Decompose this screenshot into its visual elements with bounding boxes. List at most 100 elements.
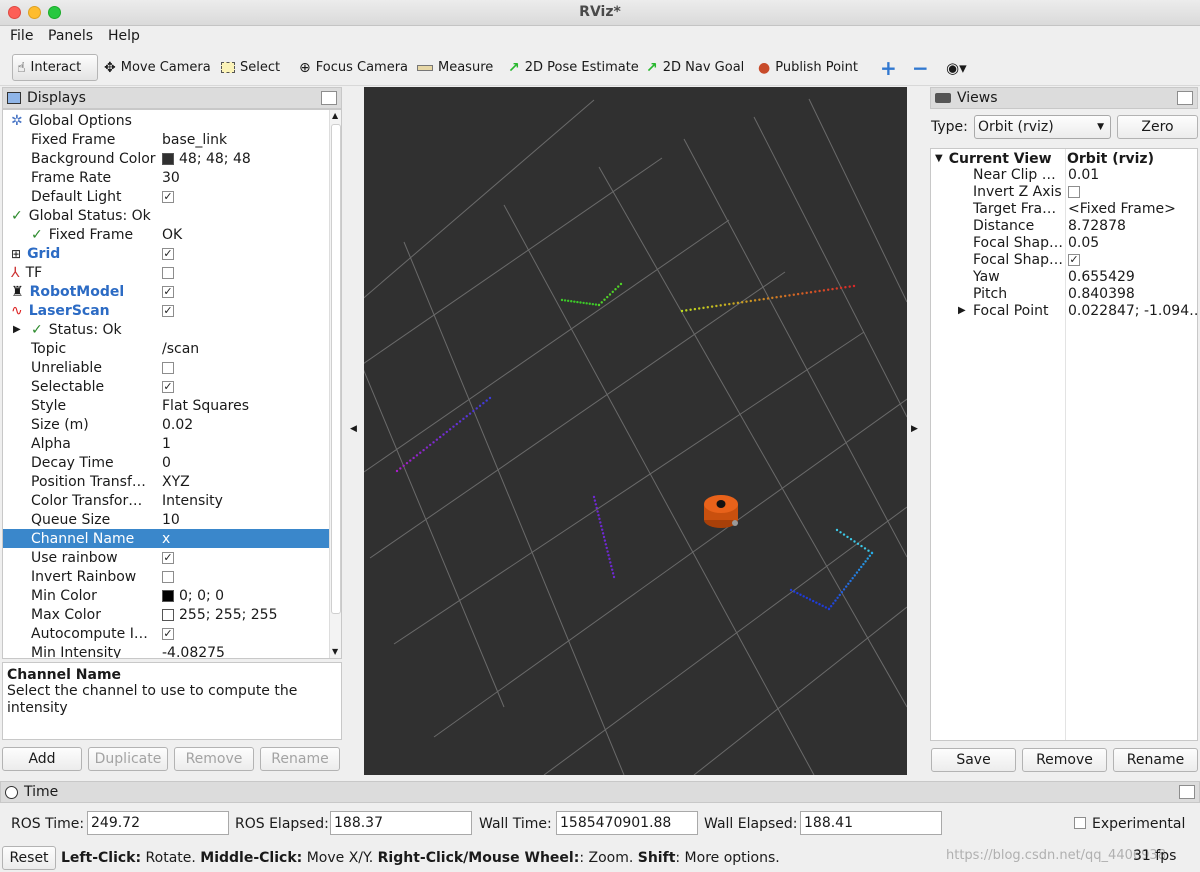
save-view-button[interactable]: Save: [931, 748, 1016, 772]
duplicate-display-button[interactable]: Duplicate: [88, 747, 168, 771]
add-display-button[interactable]: Add: [2, 747, 82, 771]
publish-point-tool-button[interactable]: ● Publish Point: [754, 54, 862, 81]
display-row-value[interactable]: -4.08275: [162, 643, 322, 659]
menu-help[interactable]: Help: [108, 28, 140, 44]
display-row-value[interactable]: ✓: [162, 377, 322, 396]
remove-tool-icon[interactable]: −: [908, 54, 933, 81]
view-checkbox[interactable]: [1068, 185, 1080, 198]
collapse-right-icon[interactable]: ▶: [911, 424, 918, 434]
display-row-value[interactable]: ✓: [162, 244, 322, 263]
display-row-value[interactable]: 30: [162, 168, 322, 187]
view-property-row[interactable]: Invert Z Axis: [973, 183, 1062, 200]
display-checkbox[interactable]: [162, 266, 174, 279]
menu-panels[interactable]: Panels: [48, 28, 93, 44]
add-tool-icon[interactable]: +: [876, 54, 901, 81]
display-checkbox[interactable]: ✓: [162, 627, 174, 640]
remove-display-button[interactable]: Remove: [174, 747, 254, 771]
display-row-value[interactable]: 0: [162, 453, 322, 472]
display-row-value[interactable]: OK: [162, 225, 322, 244]
display-row-value[interactable]: 0; 0; 0: [162, 586, 322, 605]
display-row-value[interactable]: [162, 206, 322, 225]
view-property-value[interactable]: 0.655429: [1068, 268, 1135, 285]
panel-float-button[interactable]: [321, 91, 337, 105]
view-checkbox[interactable]: ✓: [1068, 253, 1080, 266]
laser-scan-point: [805, 596, 809, 600]
display-row-value[interactable]: [162, 111, 322, 130]
measure-tool-button[interactable]: Measure: [413, 54, 497, 81]
display-row-value[interactable]: ✓: [162, 282, 322, 301]
display-checkbox[interactable]: ✓: [162, 190, 174, 203]
view-property-row[interactable]: Target Fra…: [973, 200, 1056, 217]
scrollbar-thumb[interactable]: [331, 124, 341, 614]
display-checkbox[interactable]: ✓: [162, 551, 174, 564]
view-property-row[interactable]: Pitch: [973, 285, 1007, 302]
3d-viewport[interactable]: [364, 87, 907, 775]
view-property-value[interactable]: 0.840398: [1068, 285, 1135, 302]
robot-model[interactable]: [704, 495, 738, 528]
display-row-value[interactable]: base_link: [162, 130, 322, 149]
display-checkbox[interactable]: ✓: [162, 285, 174, 298]
move-camera-tool-button[interactable]: ✥ Move Camera: [100, 54, 215, 81]
display-row-value[interactable]: Flat Squares: [162, 396, 322, 415]
menu-file[interactable]: File: [10, 28, 33, 44]
view-property-value[interactable]: 8.72878: [1068, 217, 1126, 234]
view-property-row[interactable]: Focal Shap…: [973, 234, 1063, 251]
display-row-value[interactable]: ✓: [162, 624, 322, 643]
wall-time-field[interactable]: 1585470901.88: [556, 811, 698, 835]
display-row-value[interactable]: XYZ: [162, 472, 322, 491]
collapse-left-icon[interactable]: ◀: [350, 424, 357, 434]
display-row-value[interactable]: [162, 358, 322, 377]
display-row-value[interactable]: [162, 263, 322, 282]
pose-estimate-tool-button[interactable]: ↗ 2D Pose Estimate: [504, 54, 643, 81]
ros-elapsed-field[interactable]: 188.37: [330, 811, 472, 835]
view-property-row[interactable]: Yaw: [973, 268, 1000, 285]
view-property-row[interactable]: Near Clip …: [973, 166, 1056, 183]
display-checkbox[interactable]: ✓: [162, 247, 174, 260]
display-row-value[interactable]: ✓: [162, 301, 322, 320]
ros-time-field[interactable]: 249.72: [87, 811, 229, 835]
panel-float-button[interactable]: [1177, 91, 1193, 105]
select-tool-button[interactable]: Select: [217, 54, 284, 81]
display-row-value[interactable]: ✓: [162, 548, 322, 567]
display-checkbox[interactable]: [162, 570, 174, 583]
view-property-row[interactable]: ▶ Focal Point: [958, 302, 1049, 319]
view-type-select[interactable]: Orbit (rviz) ▼: [974, 115, 1111, 139]
display-row-value[interactable]: [162, 567, 322, 586]
display-row-value[interactable]: /scan: [162, 339, 322, 358]
scroll-down-icon[interactable]: ▼: [332, 647, 338, 656]
display-checkbox[interactable]: [162, 361, 174, 374]
displays-scrollbar[interactable]: ▲ ▼: [329, 110, 341, 658]
rename-display-button[interactable]: Rename: [260, 747, 340, 771]
experimental-checkbox[interactable]: [1074, 817, 1086, 829]
display-checkbox[interactable]: ✓: [162, 380, 174, 393]
display-row-value[interactable]: Intensity: [162, 491, 322, 510]
view-property-value[interactable]: ✓: [1068, 251, 1080, 268]
display-row-value[interactable]: 0.02: [162, 415, 322, 434]
nav-goal-tool-button[interactable]: ↗ 2D Nav Goal: [642, 54, 748, 81]
display-row-value[interactable]: [162, 320, 322, 339]
rename-view-button[interactable]: Rename: [1113, 748, 1198, 772]
focus-camera-tool-button[interactable]: ⊕ Focus Camera: [295, 54, 412, 81]
display-checkbox[interactable]: ✓: [162, 304, 174, 317]
view-property-value[interactable]: [1068, 183, 1080, 200]
eye-icon[interactable]: ◉▾: [942, 54, 971, 81]
view-property-row[interactable]: Focal Shap…: [973, 251, 1063, 268]
view-property-value[interactable]: <Fixed Frame>: [1068, 200, 1176, 217]
view-property-value[interactable]: 0.05: [1068, 234, 1099, 251]
display-row-value[interactable]: x: [162, 529, 329, 548]
display-row-value[interactable]: ✓: [162, 187, 322, 206]
panel-float-button[interactable]: [1179, 785, 1195, 799]
display-row-value[interactable]: 255; 255; 255: [162, 605, 322, 624]
interact-tool-button[interactable]: ☝ Interact: [12, 54, 98, 81]
display-row-value[interactable]: 10: [162, 510, 322, 529]
scroll-up-icon[interactable]: ▲: [332, 111, 338, 120]
zero-button[interactable]: Zero: [1117, 115, 1198, 139]
display-row-value[interactable]: 48; 48; 48: [162, 149, 322, 168]
view-property-row[interactable]: Distance: [973, 217, 1034, 234]
display-row-value[interactable]: 1: [162, 434, 322, 453]
view-property-value[interactable]: 0.01: [1068, 166, 1099, 183]
wall-elapsed-field[interactable]: 188.41: [800, 811, 942, 835]
remove-view-button[interactable]: Remove: [1022, 748, 1107, 772]
view-property-value[interactable]: 0.022847; -1.094…: [1068, 302, 1197, 319]
reset-button[interactable]: Reset: [2, 846, 56, 870]
